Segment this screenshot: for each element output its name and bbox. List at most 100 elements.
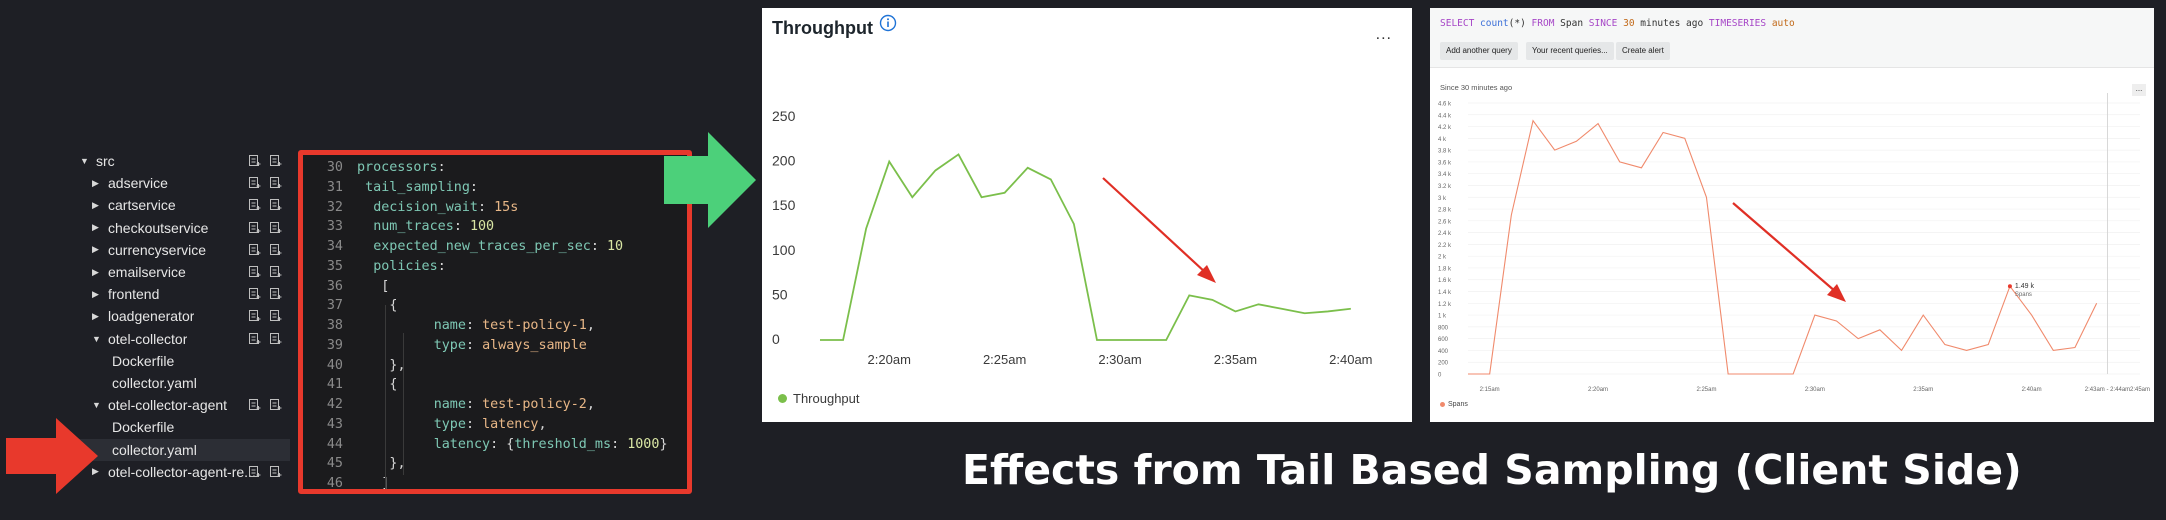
new-folder-icon[interactable] [269,221,282,234]
y-tick-label: 200 [1438,361,1449,367]
tree-item-label: collector.yaml [112,375,197,391]
code-line[interactable]: 42 name: test-policy-2, [303,395,687,415]
line-number: 41 [326,377,343,393]
code-line[interactable]: 41 { [303,375,687,395]
code-line[interactable]: 33 num_traces: 100 [303,217,687,237]
code-line[interactable]: 35 policies: [303,257,687,277]
new-file-icon[interactable] [248,332,261,345]
chevron-down-icon[interactable]: ▼ [80,156,90,166]
code-content: processors: [357,158,446,178]
code-token: , [538,416,547,432]
code-token: expected_new_traces_per_sec [373,239,591,254]
tree-item[interactable]: ▶ adservice [70,172,290,194]
legend-dot [1440,402,1445,407]
chevron-down-icon[interactable]: ▼ [92,334,102,344]
x-tick-label: 2:43am - 2:44am [2085,387,2130,393]
tree-item[interactable]: ▶ currencyservice [70,239,290,261]
code-token: 100 [469,219,495,235]
y-tick-label: 1.2 k [1438,302,1452,308]
new-folder-icon[interactable] [269,398,282,411]
more-options-button[interactable]: ... [1376,26,1392,44]
tree-item-label: otel-collector-agent-re... [108,463,256,480]
new-folder-icon[interactable] [269,243,282,256]
new-folder-icon[interactable] [269,154,282,167]
tree-item[interactable]: ▶ cartservice [70,194,290,216]
tree-item[interactable]: ▶ checkoutservice [70,217,290,239]
code-token: : [453,219,470,235]
code-line[interactable]: 40}, [303,356,687,376]
code-line[interactable]: 39 type: always_sample [303,336,687,356]
new-file-icon[interactable] [248,265,261,278]
tree-item[interactable]: ▶ otel-collector-agent-re... [70,461,290,483]
code-token: latency [482,416,539,432]
code-line[interactable]: 45}, [303,454,687,474]
tree-item[interactable]: Dockerfile [70,416,290,438]
new-file-icon[interactable] [248,154,261,167]
code-token: type [433,337,466,353]
y-tick-label: 0 [772,331,780,347]
new-file-icon[interactable] [248,176,261,189]
new-file-icon[interactable] [248,198,261,211]
line-number: 34 [326,239,343,254]
tree-item[interactable]: ▼ src [70,150,290,172]
code-line[interactable]: 30 processors: [303,158,687,178]
chevron-right-icon[interactable]: ▶ [92,200,102,211]
code-token: : [469,179,478,195]
tree-item[interactable]: ▶ emailservice [70,261,290,283]
file-explorer-tree: ▼ src ▶ adservice ▶ cartservice ▶ checkoutservi… [70,150,290,490]
new-folder-icon[interactable] [269,465,282,478]
chevron-right-icon[interactable]: ▶ [92,244,102,255]
new-folder-icon[interactable] [269,332,282,345]
code-token: , [586,397,595,412]
code-editor[interactable]: 30 processors: 31 tail_sampling: 32 decision_… [298,150,692,494]
new-folder-icon[interactable] [269,309,282,322]
tree-item[interactable]: ▶ frontend [70,283,290,305]
code-token: { [389,377,398,393]
new-file-icon[interactable] [248,398,261,411]
chart-legend[interactable]: Throughput [778,391,860,406]
new-file-icon[interactable] [248,243,261,256]
tree-item[interactable]: ▼ otel-collector-agent [70,394,290,416]
code-line[interactable]: 38 name: test-policy-1, [303,316,687,336]
tree-item-actions [248,309,282,322]
chevron-right-icon[interactable]: ▶ [92,222,102,233]
code-line[interactable]: 44 latency: {threshold_ms: 1000} [303,435,687,455]
tree-item[interactable]: Dockerfile [70,350,290,372]
x-tick-label: 2:35am [1214,352,1257,367]
new-folder-icon[interactable] [269,287,282,300]
code-line[interactable]: 37 { [303,296,687,316]
code-line[interactable]: 43 type: latency, [303,415,687,435]
code-token: name [433,397,466,412]
code-content: { [389,375,397,395]
tree-item[interactable]: ▼ otel-collector [70,328,290,350]
tree-item[interactable]: collector.yaml [70,372,290,394]
code-line[interactable]: 36 [ [303,277,687,297]
new-folder-icon[interactable] [269,176,282,189]
chevron-right-icon[interactable]: ▶ [92,178,102,189]
line-number: 32 [326,199,343,215]
code-token: name [433,318,466,333]
code-token: { [389,298,398,314]
indent-guide [403,333,404,417]
chevron-right-icon[interactable]: ▶ [92,289,102,300]
code-token: policies [373,258,438,274]
code-line[interactable]: 34 expected_new_traces_per_sec: 10 [303,237,687,257]
code-line[interactable]: 32 decision_wait: 15s [303,198,687,218]
new-file-icon[interactable] [248,221,261,234]
chevron-right-icon[interactable]: ▶ [92,311,102,322]
info-circle-icon[interactable] [879,14,897,32]
tree-item[interactable]: ▶ loadgenerator [70,305,290,327]
new-folder-icon[interactable] [269,265,282,278]
new-file-icon[interactable] [248,287,261,300]
chart-legend[interactable]: Spans [1440,401,1468,408]
new-folder-icon[interactable] [269,198,282,211]
code-line[interactable]: 46] [303,474,687,489]
new-file-icon[interactable] [248,309,261,322]
new-file-icon[interactable] [248,465,261,478]
chevron-down-icon[interactable]: ▼ [92,400,102,410]
code-line[interactable]: 31 tail_sampling: [303,178,687,198]
x-tick-label: 2:30am [1805,387,1825,393]
code-token: type [433,416,466,432]
tree-item[interactable]: collector.yaml [70,438,290,461]
chevron-right-icon[interactable]: ▶ [92,267,102,278]
